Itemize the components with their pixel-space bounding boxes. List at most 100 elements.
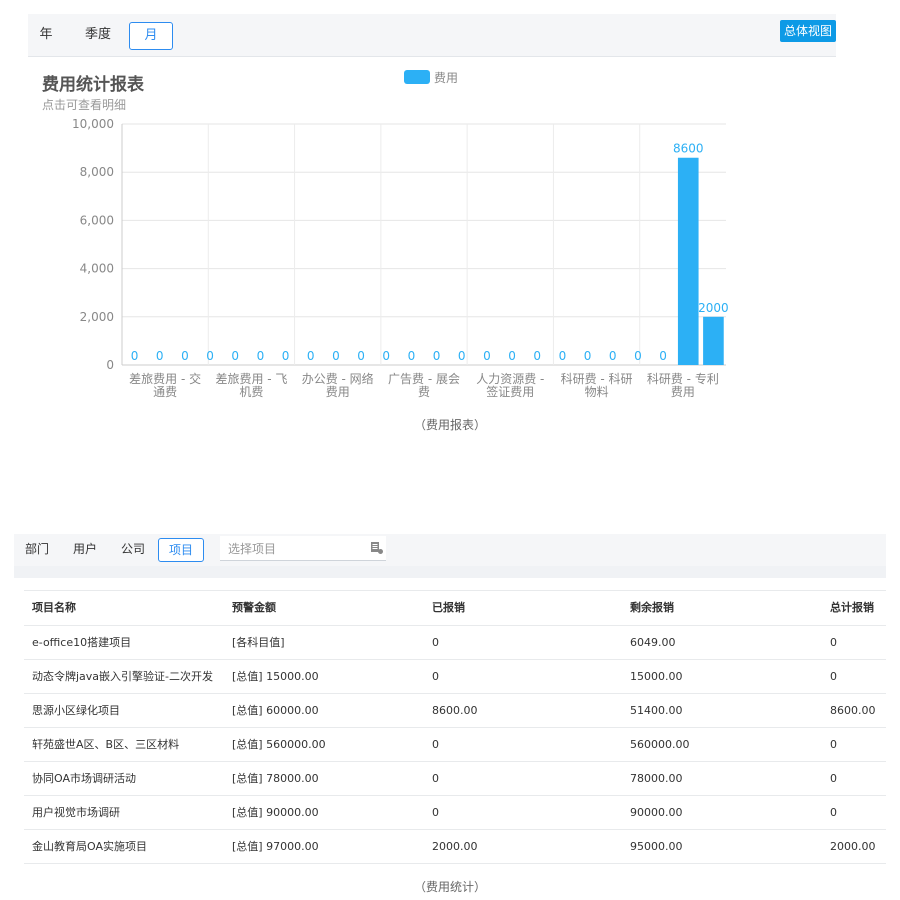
data-label: 0: [332, 349, 340, 363]
cell-reimbursed: 0: [432, 772, 439, 785]
table-caption: （费用统计）: [413, 880, 486, 894]
cell-total: 0: [830, 772, 837, 785]
data-label: 0: [357, 349, 365, 363]
overview-button[interactable]: 总体视图: [780, 20, 836, 42]
cell-project-name: 金山教育局OA实施项目: [32, 840, 147, 853]
x-tick-label: 费用: [326, 385, 350, 399]
x-tick-label: 费用: [671, 385, 695, 399]
cell-remaining: 95000.00: [630, 840, 683, 853]
table-row[interactable]: 动态令牌java嵌入引擎验证-二次开发 [总值] 15000.00 0 15000.0…: [24, 660, 886, 694]
cell-remaining: 78000.00: [630, 772, 683, 785]
cell-warning-amount: [总值] 15000.00: [232, 670, 319, 683]
table-body: e-office10搭建项目 [各科目值] 0 6049.00 0 动态令牌java嵌入引…: [24, 626, 886, 864]
y-tick-label: 6,000: [80, 213, 114, 227]
chart-caption: （费用报表）: [413, 418, 486, 432]
table-row[interactable]: 金山教育局OA实施项目 [总值] 97000.00 2000.00 95000.00 2…: [24, 830, 886, 864]
period-toolbar: 年 季度 月 总体视图: [28, 14, 836, 57]
header-remaining: 剩余报销: [630, 601, 674, 614]
data-label: 0: [282, 349, 290, 363]
cell-reimbursed: 8600.00: [432, 704, 478, 717]
x-tick-label: 科研费 - 专利: [647, 371, 719, 386]
tab-year[interactable]: 年: [36, 22, 56, 48]
tab-quarter[interactable]: 季度: [80, 22, 116, 48]
legend-label: 费用: [434, 70, 459, 85]
cell-project-name: e-office10搭建项目: [32, 636, 132, 649]
bar: [703, 316, 724, 365]
x-tick-label: 通费: [153, 385, 177, 399]
data-label: 0: [508, 349, 516, 363]
bar: [677, 157, 699, 365]
data-label: 0: [609, 349, 617, 363]
data-label: 0: [533, 349, 541, 363]
header-project-name: 项目名称: [32, 601, 76, 614]
cell-warning-amount: [总值] 97000.00: [232, 840, 319, 853]
data-label: 0: [307, 349, 315, 363]
cell-total: 8600.00: [830, 704, 876, 717]
data-label: 0: [659, 349, 667, 363]
x-tick-label: 差旅费用 - 飞: [215, 372, 287, 386]
cell-warning-amount: [各科目值]: [232, 636, 285, 649]
cell-total: 0: [830, 806, 837, 819]
cell-remaining: 560000.00: [630, 738, 690, 751]
data-label: 0: [433, 349, 441, 363]
chart-legend[interactable]: 费用: [404, 68, 458, 86]
chart-title: 费用统计报表: [42, 75, 144, 95]
data-label: 2000: [698, 301, 729, 315]
cell-reimbursed: 0: [432, 636, 439, 649]
y-tick-label: 0: [106, 358, 114, 372]
cell-total: 2000.00: [830, 840, 876, 853]
cell-reimbursed: 0: [432, 806, 439, 819]
x-tick-label: 差旅费用 - 交: [129, 371, 201, 386]
data-label: 0: [408, 349, 416, 363]
x-tick-label: 签证费用: [486, 384, 534, 399]
table-header-row: 项目名称 预警金额 已报销 剩余报销 总计报销: [24, 591, 886, 626]
toolbar-divider: [14, 566, 886, 578]
x-tick-label: 机费: [239, 385, 263, 399]
y-tick-label: 10,000: [72, 117, 114, 131]
list-select-icon[interactable]: [370, 540, 384, 559]
cell-project-name: 轩苑盛世A区、B区、三区材料: [32, 738, 180, 751]
x-tick-label: 物料: [585, 385, 609, 399]
cell-reimbursed: 0: [432, 670, 439, 683]
data-label: 0: [483, 349, 491, 363]
cell-project-name: 用户视觉市场调研: [32, 806, 120, 819]
project-select[interactable]: 选择项目: [220, 536, 386, 561]
x-tick-label: 广告费 - 展会: [388, 372, 460, 386]
data-label: 8600: [673, 142, 704, 156]
cell-remaining: 90000.00: [630, 806, 683, 819]
cell-warning-amount: [总值] 90000.00: [232, 806, 319, 819]
tab-user[interactable]: 用户: [70, 538, 100, 560]
tab-company[interactable]: 公司: [118, 538, 148, 560]
x-tick-label: 科研费 - 科研: [561, 372, 633, 386]
cell-warning-amount: [总值] 78000.00: [232, 772, 319, 785]
y-tick-label: 4,000: [80, 262, 114, 276]
cell-total: 0: [830, 738, 837, 751]
cell-project-name: 思源小区绿化项目: [32, 704, 120, 717]
x-tick-label: 费: [418, 385, 430, 399]
project-select-placeholder: 选择项目: [228, 542, 277, 556]
table-row[interactable]: 轩苑盛世A区、B区、三区材料 [总值] 560000.00 0 560000.00 0: [24, 728, 886, 762]
cell-remaining: 51400.00: [630, 704, 683, 717]
x-tick-label: 办公费 - 网络: [302, 371, 374, 386]
cell-total: 0: [830, 636, 837, 649]
cell-reimbursed: 2000.00: [432, 840, 478, 853]
table-row[interactable]: 思源小区绿化项目 [总值] 60000.00 8600.00 51400.00 8600…: [24, 694, 886, 728]
cell-warning-amount: [总值] 60000.00: [232, 704, 319, 717]
y-tick-label: 2,000: [80, 310, 114, 324]
cell-remaining: 6049.00: [630, 636, 676, 649]
table-row[interactable]: 用户视觉市场调研 [总值] 90000.00 0 90000.00 0: [24, 796, 886, 830]
data-label: 0: [131, 349, 139, 363]
data-label: 0: [584, 349, 592, 363]
tab-month[interactable]: 月: [129, 22, 173, 50]
tab-department[interactable]: 部门: [22, 538, 52, 560]
cell-project-name: 协同OA市场调研活动: [32, 772, 136, 785]
data-label: 0: [634, 349, 642, 363]
cell-project-name: 动态令牌java嵌入引擎验证-二次开发: [32, 670, 214, 683]
expense-table: 项目名称 预警金额 已报销 剩余报销 总计报销 e-office10搭建项目 [各…: [24, 590, 886, 864]
header-total: 总计报销: [830, 601, 874, 614]
table-row[interactable]: e-office10搭建项目 [各科目值] 0 6049.00 0: [24, 626, 886, 660]
data-label: 0: [181, 349, 189, 363]
tab-project[interactable]: 项目: [158, 538, 204, 562]
table-row[interactable]: 协同OA市场调研活动 [总值] 78000.00 0 78000.00 0: [24, 762, 886, 796]
y-tick-label: 8,000: [80, 165, 114, 179]
